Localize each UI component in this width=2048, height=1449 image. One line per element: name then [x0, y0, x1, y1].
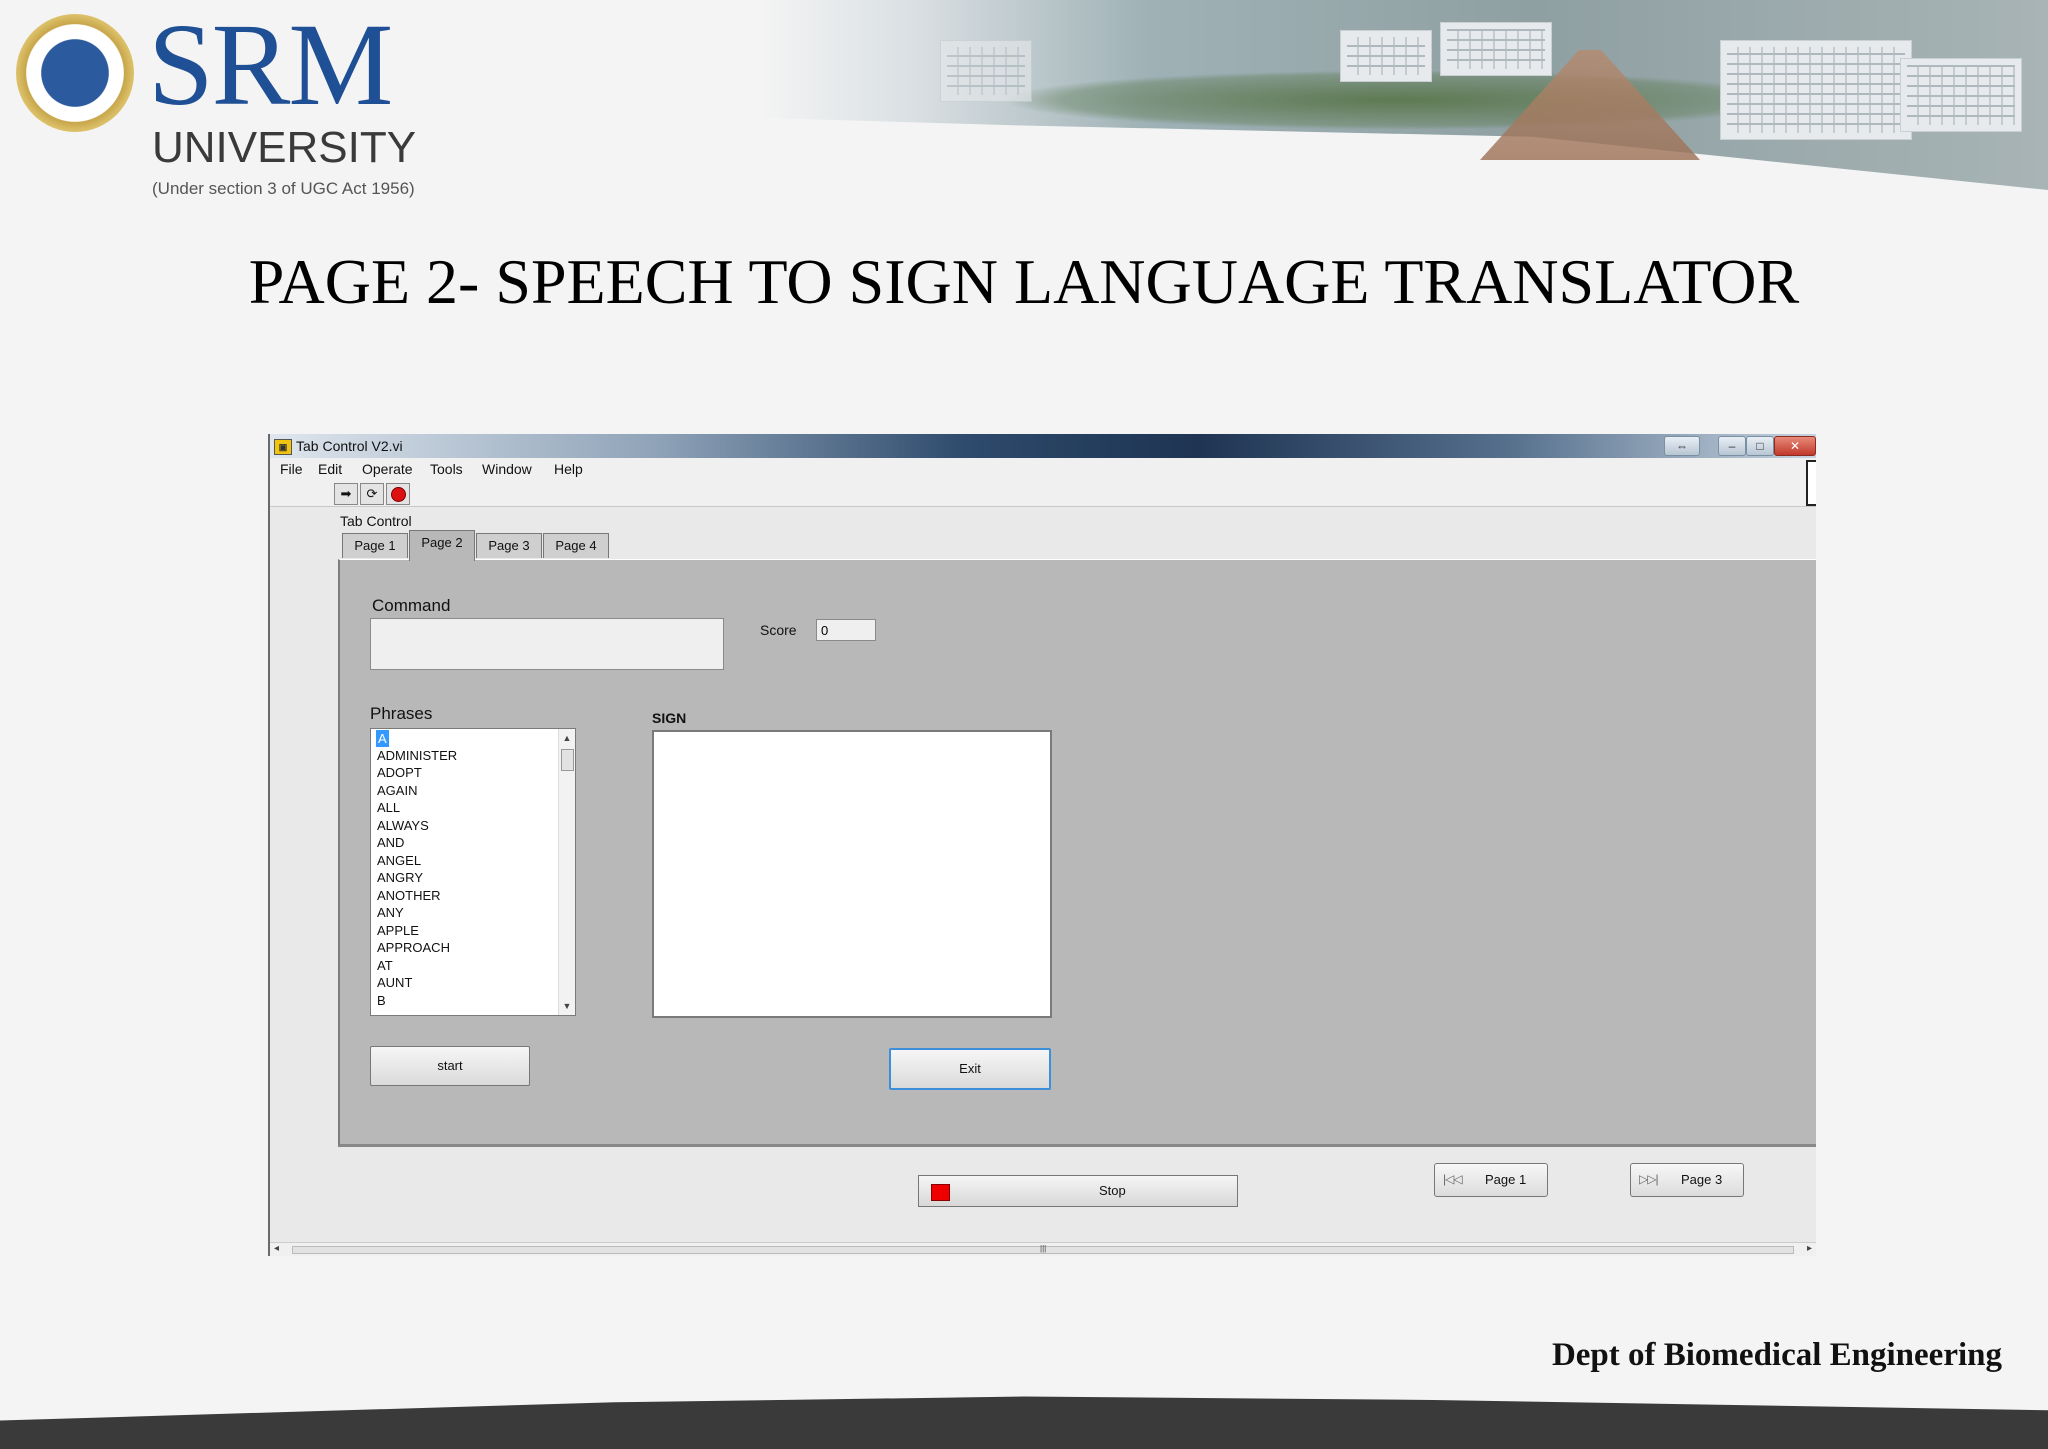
tab-page-1[interactable]: Page 1 [342, 533, 408, 558]
campus-building [1340, 30, 1432, 82]
campus-building [1720, 40, 1912, 140]
prev-page-button[interactable]: |◁◁ Page 1 [1434, 1163, 1548, 1197]
abort-execution-button[interactable] [386, 483, 410, 505]
toolbar: ➡ ⟳ [270, 480, 1816, 507]
sign-label: SIGN [652, 710, 687, 726]
skip-forward-icon: ▷▷| [1639, 1172, 1659, 1186]
campus-building [940, 40, 1032, 102]
window-titlebar[interactable]: ▣ Tab Control V2.vi ⇔ – □ ✕ [270, 434, 1816, 458]
list-item[interactable]: ADOPT [377, 764, 422, 781]
labview-window: ▣ Tab Control V2.vi ⇔ – □ ✕ File Edit Op… [268, 434, 1816, 1256]
scroll-thumb[interactable] [561, 749, 574, 771]
footer-band [0, 1396, 2048, 1449]
sign-image-display [652, 730, 1052, 1018]
phrases-listbox[interactable]: A ADMINISTER ADOPT AGAIN ALL ALWAYS AND … [370, 728, 576, 1016]
list-item[interactable]: ANY [377, 904, 404, 921]
next-page-label: Page 3 [1681, 1172, 1723, 1187]
tab-page-3[interactable]: Page 3 [476, 533, 542, 558]
university-seal-logo [16, 14, 134, 132]
list-item[interactable]: APPLE [377, 922, 419, 939]
menu-edit[interactable]: Edit [318, 461, 342, 477]
logo-subtitle: (Under section 3 of UGC Act 1956) [152, 179, 415, 198]
slide-title: PAGE 2- SPEECH TO SIGN LANGUAGE TRANSLAT… [248, 246, 1800, 317]
list-item[interactable]: ANGRY [377, 869, 423, 886]
scroll-down-arrow-icon[interactable]: ▼ [559, 999, 575, 1013]
next-page-button[interactable]: ▷▷| Page 3 [1630, 1163, 1744, 1197]
scroll-left-arrow-icon[interactable]: ◂ [274, 1243, 279, 1254]
menu-help[interactable]: Help [554, 461, 583, 477]
horizontal-scrollbar[interactable]: ◂ ||| ▸ [270, 1242, 1816, 1256]
list-item[interactable]: AND [377, 834, 404, 851]
stop-button[interactable]: Stop [918, 1175, 1238, 1207]
tab-panel-page-2: Command Score 0 Phrases A ADMINISTER ADO… [338, 559, 1816, 1147]
list-item[interactable]: AUNT [377, 974, 412, 991]
list-item[interactable]: APPROACH [377, 939, 450, 956]
campus-building [1900, 58, 2022, 132]
department-footer: Dept of Biomedical Engineering [1551, 1337, 2002, 1373]
minimize-button[interactable]: – [1718, 436, 1746, 456]
score-label: Score [760, 622, 797, 638]
stop-button-label: Stop [1099, 1183, 1126, 1198]
prev-page-label: Page 1 [1485, 1172, 1527, 1187]
maximize-button[interactable]: □ [1746, 436, 1774, 456]
scroll-grip-icon[interactable]: ||| [1040, 1244, 1046, 1253]
tab-page-2[interactable]: Page 2 [409, 530, 475, 561]
campus-building [1440, 22, 1552, 76]
list-item-selected[interactable]: A [376, 730, 389, 747]
scroll-right-arrow-icon[interactable]: ▸ [1807, 1243, 1812, 1254]
list-item[interactable]: ALWAYS [377, 817, 429, 834]
command-field[interactable] [370, 618, 724, 670]
menu-tools[interactable]: Tools [430, 461, 463, 477]
menu-file[interactable]: File [280, 461, 303, 477]
menubar: File Edit Operate Tools Window Help [270, 458, 1816, 480]
exit-button[interactable]: Exit [889, 1048, 1051, 1090]
menu-operate[interactable]: Operate [362, 461, 413, 477]
list-item[interactable]: ANOTHER [377, 887, 441, 904]
stop-icon [390, 487, 406, 502]
list-item[interactable]: AGAIN [377, 782, 417, 799]
score-indicator: 0 [816, 619, 876, 641]
list-item[interactable]: ALL [377, 799, 400, 816]
list-item[interactable]: ANGEL [377, 852, 421, 869]
tab-control-label: Tab Control [340, 513, 412, 529]
run-continuously-icon[interactable]: ⟳ [360, 483, 384, 505]
run-arrow-icon[interactable]: ➡ [334, 483, 358, 505]
window-edge-marker [1806, 460, 1816, 506]
start-button[interactable]: start [370, 1046, 530, 1086]
logo-university-text: UNIVERSITY [152, 123, 417, 172]
close-button[interactable]: ✕ [1774, 436, 1816, 456]
list-item[interactable]: ADMINISTER [377, 747, 457, 764]
logo-srm-text: SRM [148, 0, 393, 130]
scroll-up-arrow-icon[interactable]: ▲ [559, 731, 575, 745]
stop-square-icon [931, 1184, 950, 1201]
tab-page-4[interactable]: Page 4 [543, 533, 609, 558]
command-label: Command [372, 596, 451, 615]
window-title: Tab Control V2.vi [296, 438, 403, 454]
skip-back-icon: |◁◁ [1443, 1172, 1463, 1186]
restore-size-button[interactable]: ⇔ [1664, 436, 1700, 456]
list-item[interactable]: B [377, 992, 386, 1009]
menu-window[interactable]: Window [482, 461, 532, 477]
labview-icon: ▣ [274, 439, 292, 455]
list-item[interactable]: AT [377, 957, 393, 974]
phrases-scrollbar[interactable]: ▲ ▼ [558, 729, 575, 1015]
phrases-label: Phrases [370, 704, 433, 723]
